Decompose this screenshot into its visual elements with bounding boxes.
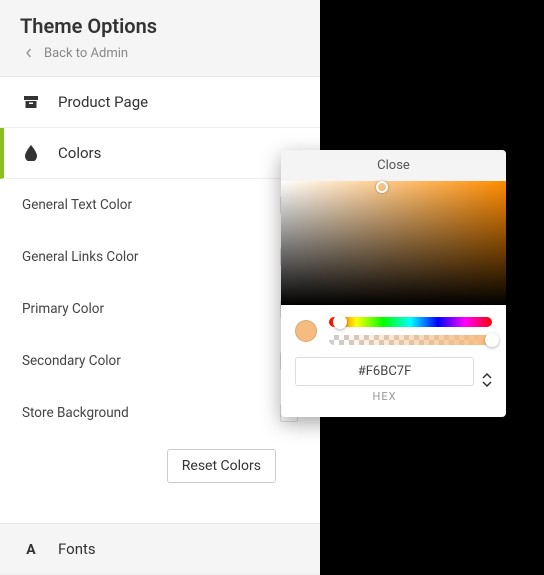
color-label: Secondary Color: [22, 353, 121, 369]
color-row-primary: Primary Color: [22, 283, 298, 335]
color-label: Store Background: [22, 405, 129, 421]
hue-handle[interactable]: [333, 315, 347, 329]
alpha-handle[interactable]: [485, 333, 499, 347]
mode-cycle-button[interactable]: [482, 373, 492, 387]
hex-input[interactable]: [295, 357, 474, 386]
nav-label: Colors: [58, 144, 101, 162]
chevron-down-icon: [482, 381, 492, 387]
reset-colors-button[interactable]: Reset Colors: [167, 449, 276, 483]
hue-slider[interactable]: [329, 317, 492, 327]
back-to-admin-link[interactable]: Back to Admin: [20, 44, 300, 62]
color-label: General Links Color: [22, 249, 138, 265]
picker-controls: HEX: [281, 305, 506, 417]
alpha-slider[interactable]: [329, 335, 492, 345]
color-row-general-links: General Links Color: [22, 231, 298, 283]
nav-product-page[interactable]: Product Page: [0, 77, 320, 128]
nav-label: Product Page: [58, 93, 148, 111]
picker-close-button[interactable]: Close: [281, 150, 506, 181]
nav-colors[interactable]: Colors: [0, 128, 320, 179]
color-label: Primary Color: [22, 301, 104, 317]
chevron-left-icon: [20, 44, 38, 62]
color-row-secondary: Secondary Color: [22, 335, 298, 387]
saturation-gradient[interactable]: [281, 181, 506, 305]
color-row-general-text: General Text Color: [22, 179, 298, 231]
color-options-list: General Text Color General Links Color P…: [0, 179, 320, 523]
panel-header: Theme Options Back to Admin: [0, 0, 320, 77]
svg-text:A: A: [26, 542, 36, 557]
hex-mode-label: HEX: [295, 390, 474, 403]
font-icon: A: [22, 540, 40, 558]
color-label: General Text Color: [22, 197, 132, 213]
theme-options-panel: Theme Options Back to Admin Product Page…: [0, 0, 320, 575]
nav-fonts[interactable]: A Fonts: [0, 523, 320, 575]
color-row-store-bg: Store Background: [22, 387, 298, 439]
color-picker-popover: Close HEX: [281, 150, 506, 417]
reset-wrap: Reset Colors: [22, 439, 298, 505]
nav-label: Fonts: [58, 540, 96, 558]
color-preview-dot: [295, 320, 317, 342]
tint-icon: [22, 144, 40, 162]
chevron-up-icon: [482, 373, 492, 379]
archive-icon: [22, 93, 40, 111]
back-label: Back to Admin: [44, 46, 128, 61]
page-title: Theme Options: [20, 14, 300, 38]
gradient-handle[interactable]: [376, 181, 388, 193]
